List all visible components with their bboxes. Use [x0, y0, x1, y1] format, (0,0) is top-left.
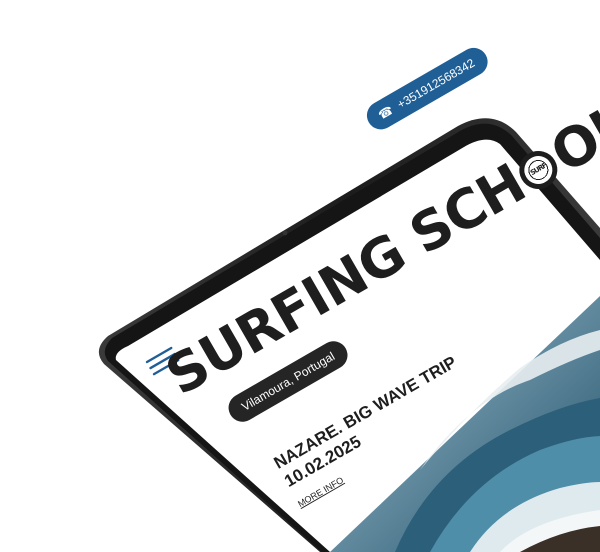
phone-icon: ☎: [375, 102, 396, 123]
camera-dot: [282, 230, 288, 236]
